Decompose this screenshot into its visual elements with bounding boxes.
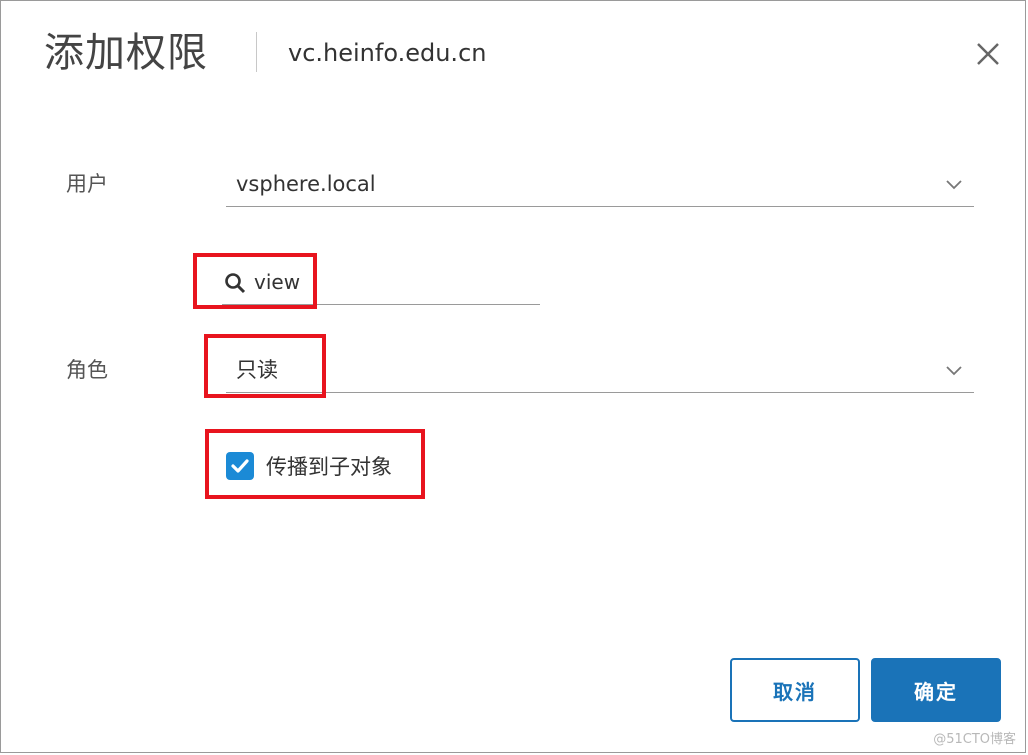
ok-button[interactable]: 确定 bbox=[871, 658, 1001, 722]
user-search-field[interactable] bbox=[222, 262, 540, 305]
close-icon bbox=[977, 43, 999, 65]
role-label: 角色 bbox=[66, 358, 108, 382]
dialog-subtitle: vc.heinfo.edu.cn bbox=[288, 39, 487, 67]
propagate-checkbox[interactable] bbox=[226, 452, 254, 480]
search-icon bbox=[225, 273, 246, 294]
search-input[interactable] bbox=[254, 266, 524, 298]
role-value: 只读 bbox=[236, 358, 278, 382]
user-label: 用户 bbox=[66, 172, 108, 196]
dialog-title: 添加权限 bbox=[44, 30, 208, 76]
title-divider bbox=[256, 32, 257, 72]
user-domain-select[interactable]: vsphere.local bbox=[226, 164, 974, 207]
propagate-label: 传播到子对象 bbox=[266, 455, 392, 479]
watermark: @51CTO博客 bbox=[933, 732, 1016, 747]
checkmark-icon bbox=[231, 459, 249, 473]
chevron-down-icon bbox=[946, 366, 962, 376]
chevron-down-icon bbox=[946, 180, 962, 190]
user-domain-value: vsphere.local bbox=[236, 172, 376, 196]
close-button[interactable] bbox=[970, 36, 1006, 72]
role-select[interactable]: 只读 bbox=[226, 350, 974, 393]
cancel-button[interactable]: 取消 bbox=[730, 658, 860, 722]
